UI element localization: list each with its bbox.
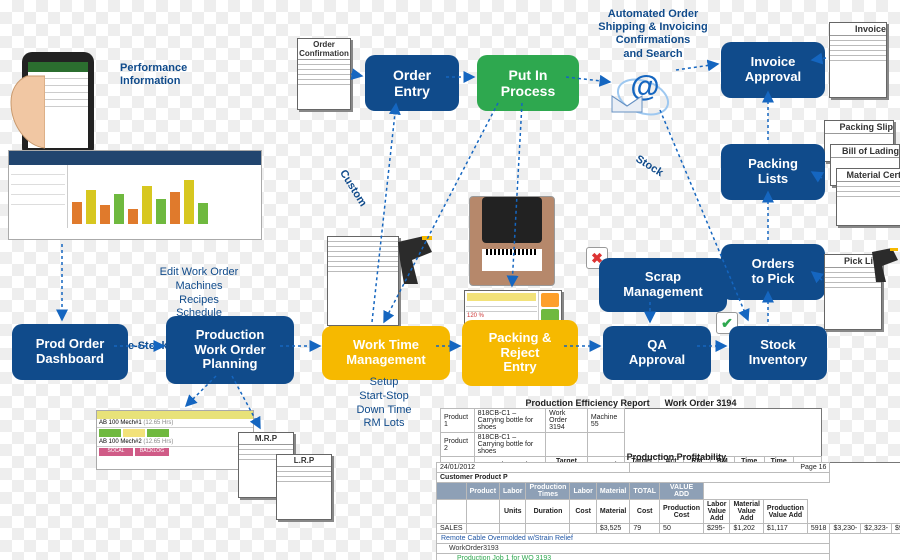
doc-invoice: Invoice bbox=[829, 22, 887, 98]
email-at-icon: @ bbox=[614, 66, 674, 116]
report-title: Production Efficiency Report bbox=[526, 398, 650, 408]
node-qa-approval: QAApproval bbox=[603, 326, 711, 380]
node-prod-order-dashboard: Prod OrderDashboard bbox=[12, 324, 128, 380]
label-edit-wo: Edit Work OrderMachinesRecipesSchedule bbox=[144, 266, 254, 321]
node-stock-inventory: StockInventory bbox=[729, 326, 827, 380]
label-custom: Custom bbox=[336, 168, 369, 210]
node-packing-reject-entry: Packing &RejectEntry bbox=[462, 320, 578, 386]
label-automated-order: Automated OrderShipping & InvoicingConfi… bbox=[588, 8, 718, 61]
scanner-icon bbox=[392, 234, 438, 288]
node-packing-lists: PackingLists bbox=[721, 144, 825, 200]
node-order-entry: OrderEntry bbox=[365, 55, 459, 111]
doc-order-confirmation: OrderConfirmation bbox=[297, 38, 351, 110]
node-production-work-order-planning: ProductionWork OrderPlanning bbox=[166, 316, 294, 384]
doc-material-cert: Material Cert bbox=[836, 168, 900, 226]
doc-routing-sheet bbox=[327, 236, 399, 326]
doc-title: OrderConfirmation bbox=[298, 39, 350, 60]
node-invoice-approval: InvoiceApproval bbox=[721, 42, 825, 98]
doc-title: L.R.P bbox=[277, 455, 331, 467]
label-restock: Re-Stock bbox=[120, 340, 168, 353]
label-work-time-notes: SetupStart-StopDown TimeRM Lots bbox=[344, 376, 424, 431]
label-performance-info: PerformanceInformation bbox=[120, 62, 230, 88]
doc-title: Bill of Lading bbox=[831, 145, 899, 158]
scanner-icon bbox=[868, 246, 900, 286]
doc-title: Invoice bbox=[830, 23, 886, 36]
report-profitability: Production Profitability 24/01/2012Page … bbox=[436, 452, 900, 560]
doc-lrp: L.R.P bbox=[276, 454, 332, 520]
doc-title: Material Cert bbox=[837, 169, 900, 182]
node-scrap-management: ScrapManagement bbox=[599, 258, 727, 312]
hand-icon bbox=[5, 56, 45, 156]
node-work-time-management: Work TimeManagement bbox=[322, 326, 450, 380]
doc-title: Packing Slip bbox=[825, 121, 893, 134]
node-orders-to-pick: Ordersto Pick bbox=[721, 244, 825, 300]
doc-title: M.R.P bbox=[239, 433, 293, 445]
report-title: Production Profitability bbox=[436, 452, 900, 462]
dashboard-screenshot bbox=[8, 150, 262, 240]
planning-screenshot: AB 100 Mech#1 (12.65 Hrs) AB 100 Mech#2 … bbox=[96, 410, 254, 470]
node-put-in-process: Put InProcess bbox=[477, 55, 579, 111]
scanning-photo bbox=[469, 196, 555, 286]
report-subtitle: Work Order 3194 bbox=[665, 398, 737, 408]
label-stock: Stock bbox=[633, 153, 665, 180]
